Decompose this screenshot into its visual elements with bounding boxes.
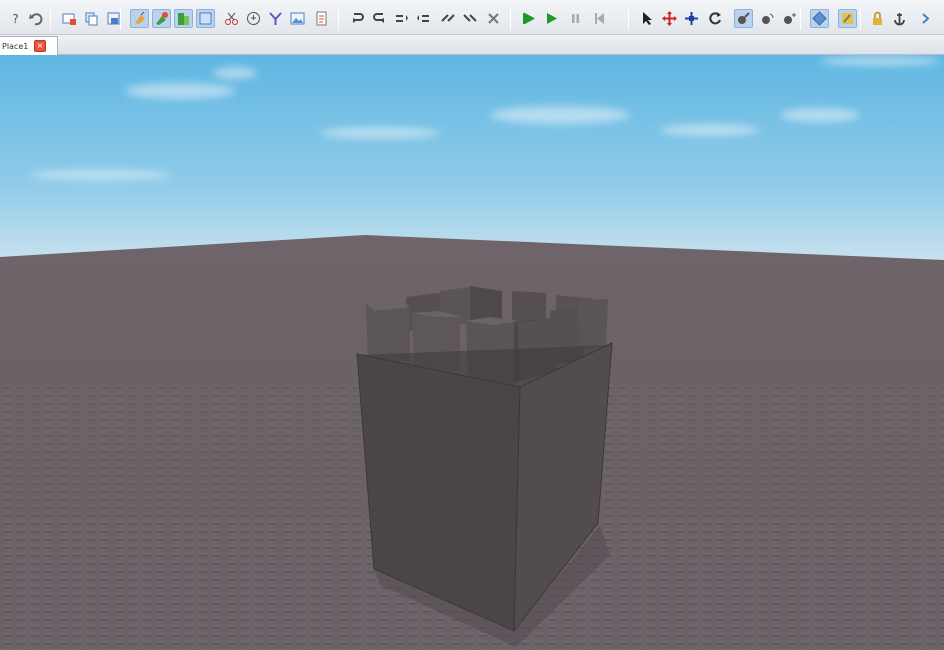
help-button[interactable]: ? — [6, 9, 25, 28]
group-button[interactable] — [266, 9, 285, 28]
cut-button[interactable] — [222, 9, 241, 28]
svg-text:?: ? — [12, 12, 18, 26]
toolbar-separator — [338, 8, 339, 30]
camera-zoom-button[interactable] — [780, 9, 799, 28]
rotate-icon — [709, 12, 721, 25]
undo-icon — [29, 13, 43, 26]
toolbar-separator — [800, 8, 801, 30]
move-down-button[interactable] — [460, 9, 479, 28]
image-icon — [290, 12, 305, 25]
lock-button[interactable] — [868, 9, 887, 28]
surface-tool-icon — [199, 12, 212, 25]
run-icon — [547, 13, 557, 24]
fill-tool-button[interactable] — [130, 9, 149, 28]
dropper-icon — [247, 12, 260, 25]
tilt-right-button[interactable] — [414, 9, 433, 28]
group-icon — [269, 12, 282, 25]
script-icon — [316, 11, 327, 26]
document-tab-strip: Place1 × — [0, 35, 944, 55]
more-icon — [922, 13, 930, 24]
lock-icon — [873, 11, 882, 25]
surface-tool-button[interactable] — [196, 9, 215, 28]
material-tool-button[interactable] — [174, 9, 193, 28]
camera-pan-button[interactable] — [734, 9, 753, 28]
anchor-material-button[interactable] — [838, 9, 857, 28]
fill-tool-icon — [135, 11, 145, 24]
material-tool-icon — [178, 13, 189, 25]
scene — [0, 55, 944, 650]
tilt-right-icon — [417, 15, 429, 22]
document-tab-place1[interactable]: Place1 × — [0, 36, 58, 55]
resize-button[interactable] — [682, 9, 701, 28]
paint-tool-icon — [156, 12, 168, 25]
rotate-right-icon — [373, 13, 384, 23]
rotate-left-button[interactable] — [348, 9, 367, 28]
camera-orbit-button[interactable] — [758, 9, 777, 28]
3d-viewport[interactable] — [0, 55, 944, 650]
copy-icon — [85, 12, 98, 26]
reset-icon — [595, 13, 604, 24]
select-arrow-icon — [643, 12, 652, 25]
delete-button[interactable] — [484, 9, 503, 28]
move-up-button[interactable] — [438, 9, 457, 28]
rotate-right-button[interactable] — [370, 9, 389, 28]
paste-icon — [107, 12, 120, 25]
anchor-material-icon — [842, 13, 853, 24]
toolbar: ? — [0, 0, 944, 35]
insert-model-icon — [62, 13, 76, 25]
move-icon — [662, 11, 677, 26]
dropper-button[interactable] — [244, 9, 263, 28]
snap-button[interactable] — [810, 9, 829, 28]
toolbar-separator — [628, 8, 629, 30]
play-button[interactable] — [520, 9, 539, 28]
anchor-icon — [894, 13, 905, 26]
script-button[interactable] — [312, 9, 331, 28]
camera-orbit-icon — [762, 13, 774, 24]
cut-icon — [225, 12, 238, 25]
tilt-left-button[interactable] — [392, 9, 411, 28]
snap-icon — [812, 11, 827, 26]
paint-tool-button[interactable] — [152, 9, 171, 28]
toolbar-separator — [860, 8, 861, 30]
pause-icon — [572, 14, 579, 23]
reset-button[interactable] — [590, 9, 609, 28]
rotate-left-icon — [353, 13, 364, 23]
resize-icon — [685, 12, 698, 25]
rotate-button[interactable] — [706, 9, 725, 28]
camera-pan-icon — [738, 12, 750, 24]
help-icon: ? — [12, 12, 18, 26]
toolbar-separator — [50, 8, 51, 30]
delete-icon — [488, 13, 499, 24]
camera-zoom-icon — [784, 13, 796, 24]
pause-button[interactable] — [566, 9, 585, 28]
tilt-left-icon — [396, 15, 408, 22]
toolbar-separator — [510, 8, 511, 30]
select-arrow-button[interactable] — [638, 9, 657, 28]
run-button[interactable] — [542, 9, 561, 28]
anchor-button[interactable] — [890, 9, 909, 28]
play-icon — [523, 13, 535, 24]
insert-model-button[interactable] — [60, 9, 79, 28]
toolbar-separator — [120, 8, 121, 30]
close-tab-icon[interactable]: × — [34, 40, 46, 52]
undo-button[interactable] — [26, 9, 45, 28]
more-button[interactable] — [918, 9, 937, 28]
move-up-icon — [441, 14, 455, 22]
move-button[interactable] — [660, 9, 679, 28]
copy-button[interactable] — [82, 9, 101, 28]
document-tab-label: Place1 — [2, 41, 29, 51]
image-button[interactable] — [288, 9, 307, 28]
move-down-icon — [463, 14, 477, 22]
